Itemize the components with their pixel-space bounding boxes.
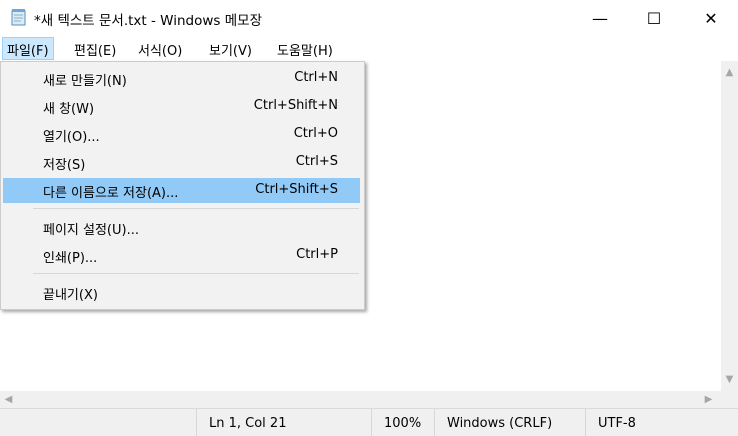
menu-format[interactable]: 서식(O) [134,37,186,60]
vertical-scrollbar[interactable]: ▲ ▼ [721,61,738,391]
menu-item-label: 끝내기(X) [43,288,98,303]
menu-item-exit[interactable]: 끝내기(X) [3,280,360,305]
maximize-button[interactable]: ☐ [631,0,677,36]
menu-item-open[interactable]: 열기(O)... Ctrl+O [3,122,360,147]
minimize-icon: — [592,8,608,28]
menu-item-shortcut: Ctrl+S [295,154,338,169]
menu-bar: 파일(F) 편집(E) 서식(O) 보기(V) 도움말(H) [0,36,738,61]
scroll-left-icon[interactable]: ◀ [0,391,17,408]
status-line-ending: Windows (CRLF) [434,409,585,436]
menu-item-label: 인쇄(P)... [43,251,98,266]
title-bar: *새 텍스트 문서.txt - Windows 메모장 — ☐ ✕ [0,0,738,36]
menu-item-new[interactable]: 새로 만들기(N) Ctrl+N [3,66,360,91]
menu-item-save-as[interactable]: 다른 이름으로 저장(A)... Ctrl+Shift+S [3,178,360,203]
menu-item-label: 다른 이름으로 저장(A)... [43,186,179,201]
menu-view[interactable]: 보기(V) [205,37,256,60]
menu-separator [33,273,359,274]
status-cursor-position: Ln 1, Col 21 [196,409,371,436]
notepad-icon [11,9,26,26]
window-title: *새 텍스트 문서.txt - Windows 메모장 [34,13,262,29]
scroll-down-icon[interactable]: ▼ [721,371,738,388]
menu-item-print[interactable]: 인쇄(P)... Ctrl+P [3,243,360,268]
menu-item-label: 페이지 설정(U)... [43,223,139,238]
maximize-icon: ☐ [646,8,662,28]
menu-edit[interactable]: 편집(E) [70,37,120,60]
menu-item-save[interactable]: 저장(S) Ctrl+S [3,150,360,175]
menu-item-shortcut: Ctrl+N [294,70,338,85]
minimize-button[interactable]: — [577,0,623,36]
menu-item-page-setup[interactable]: 페이지 설정(U)... [3,215,360,240]
menu-item-shortcut: Ctrl+O [293,126,338,141]
menu-item-label: 새 창(W) [43,102,95,117]
menu-file[interactable]: 파일(F) [2,37,54,60]
scroll-up-icon[interactable]: ▲ [721,64,738,81]
close-icon: ✕ [704,8,718,28]
scroll-right-icon[interactable]: ▶ [700,391,717,408]
menu-separator [33,208,359,209]
status-encoding: UTF-8 [585,409,738,436]
menu-item-shortcut: Ctrl+Shift+S [255,182,338,197]
horizontal-scrollbar[interactable]: ◀ ▶ [0,391,721,408]
menu-item-label: 저장(S) [43,158,86,173]
menu-item-shortcut: Ctrl+Shift+N [253,98,338,113]
menu-item-shortcut: Ctrl+P [296,247,338,262]
close-button[interactable]: ✕ [688,0,734,36]
status-bar: Ln 1, Col 21 100% Windows (CRLF) UTF-8 [0,408,738,436]
status-zoom: 100% [371,409,434,436]
menu-item-new-window[interactable]: 새 창(W) Ctrl+Shift+N [3,94,360,119]
scrollbar-corner [721,391,738,408]
menu-help[interactable]: 도움말(H) [273,37,337,60]
menu-item-label: 열기(O)... [43,130,100,145]
file-menu-dropdown: 새로 만들기(N) Ctrl+N 새 창(W) Ctrl+Shift+N 열기(… [0,61,365,310]
menu-item-label: 새로 만들기(N) [43,74,127,89]
